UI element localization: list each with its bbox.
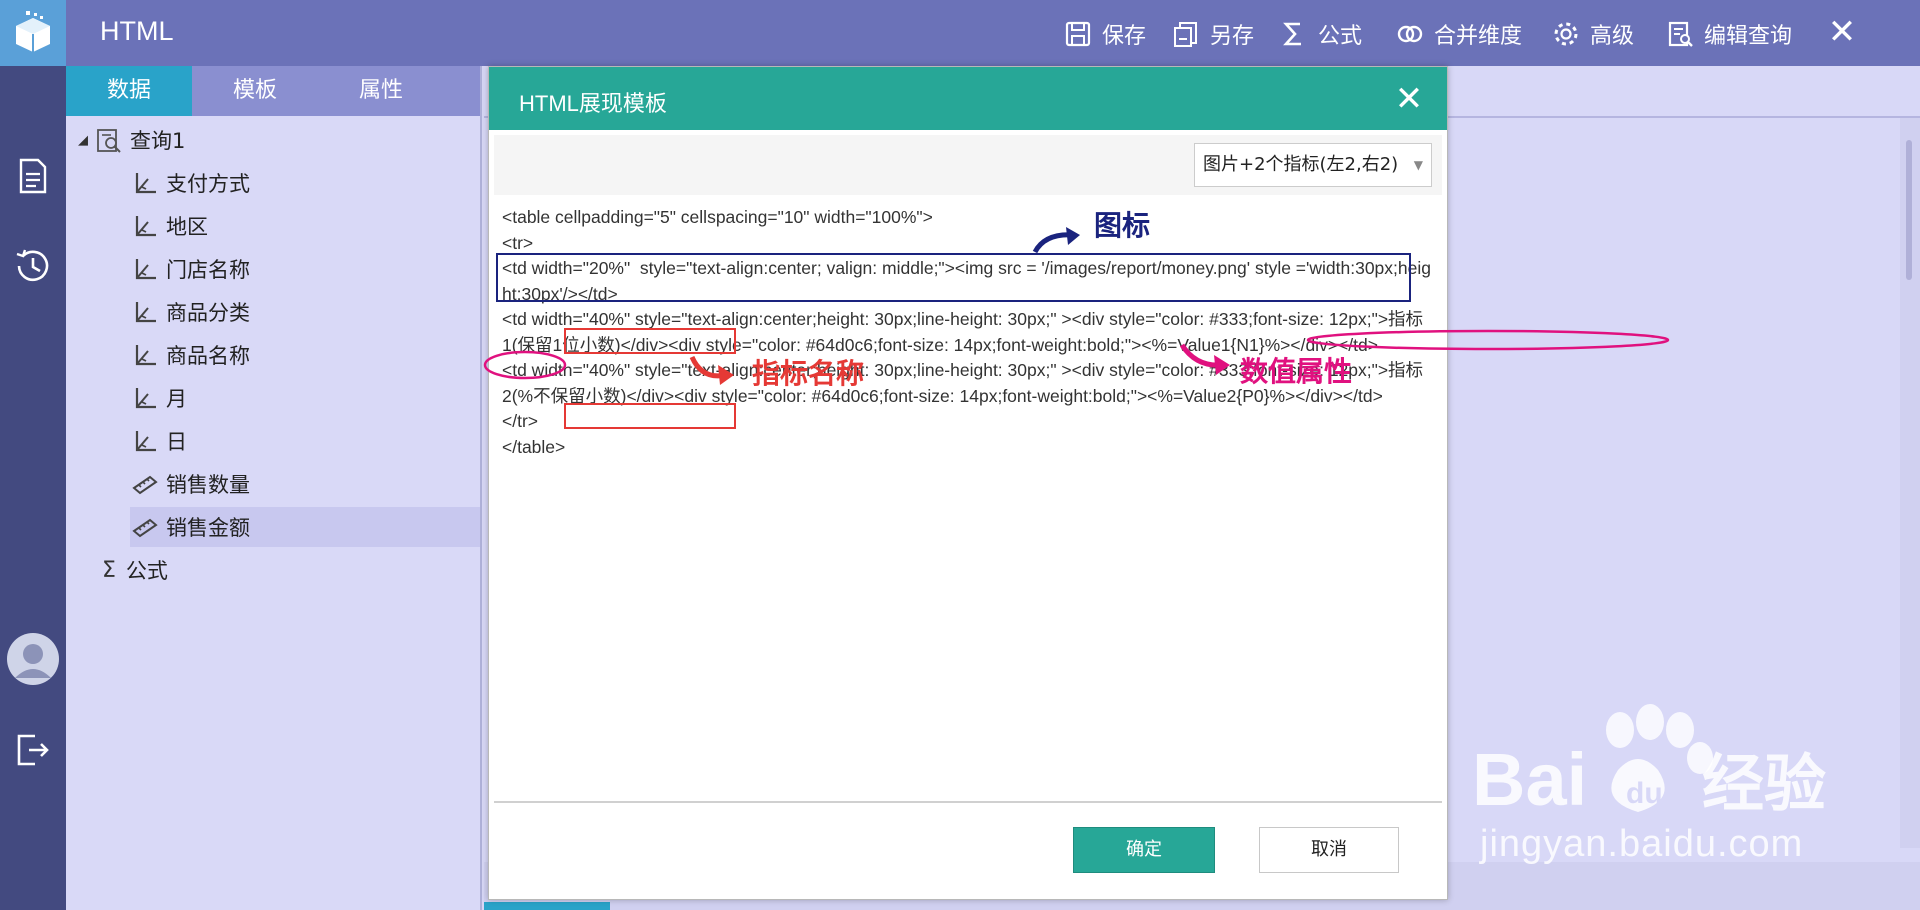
cube-icon [16,11,50,52]
tree-dimension-node[interactable]: 门店名称 [132,249,250,289]
dialog-header: HTML展现模板 ✕ [489,67,1447,130]
save-label: 保存 [1102,24,1147,49]
tree-dimension-node[interactable]: 地区 [132,206,208,246]
tree-dimension-node[interactable]: 月 [132,378,187,418]
edit-query-button[interactable]: 编辑查询 [1666,18,1792,50]
dimension-label: 门店名称 [166,258,250,282]
advanced-button[interactable]: 高级 [1552,18,1634,50]
ruler-icon [132,518,158,538]
save-as-button[interactable]: 另存 [1172,18,1254,50]
close-app-button[interactable]: ✕ [1824,14,1860,50]
dialog-close-button[interactable]: ✕ [1389,79,1429,119]
arrow-icon [718,365,734,385]
merge-dimension-label: 合并维度 [1434,24,1523,49]
dimension-icon [135,345,156,366]
edit-query-icon [1668,21,1693,47]
save-as-icon [1174,22,1197,47]
avatar[interactable] [6,632,60,686]
panel-tabs: 数据 模板 属性 [66,66,480,116]
save-icon [1065,21,1091,47]
svg-text:du: du [1626,777,1663,810]
gear-icon [1554,22,1578,46]
arrow-icon [1066,227,1080,245]
dimension-label: 日 [166,430,187,454]
measure-label: 销售数量 [166,473,250,497]
dialog-toolbar: 图片+2个指标(左2,右2) ▼ [494,135,1442,195]
tree-measure-node[interactable]: 销售数量 [132,464,250,504]
logout-icon[interactable] [13,730,53,770]
save-as-label: 另存 [1210,24,1255,49]
arrow-icon [1214,355,1230,375]
app-logo [0,0,66,66]
tree-formula-node[interactable]: Σ 公式 [102,550,168,590]
svg-text:经验: 经验 [1702,747,1826,820]
report-icon[interactable] [13,156,53,196]
formula-label: 公式 [1318,24,1363,49]
dimension-label: 商品分类 [166,301,250,325]
dimension-label: 地区 [166,215,208,239]
top-bar: HTML 保存 另存 公式 合并维度 高级 编辑查询 ✕ [0,0,1920,66]
annotation-value-ellipse [483,350,567,380]
history-icon[interactable] [13,246,53,286]
dimension-icon [135,302,156,323]
tree-query-node[interactable]: ◢ 查询1 [78,120,185,160]
merge-dimension-button[interactable]: 合并维度 [1396,18,1522,50]
left-rail [0,66,66,910]
tree-dimension-node[interactable]: 支付方式 [132,163,250,203]
tab-properties[interactable]: 属性 [318,66,444,116]
tree-measure-node[interactable]: 销售金额 [130,507,480,547]
annotation-name-label: 指标名称 [752,357,865,390]
html-template-dialog: HTML展现模板 ✕ 图片+2个指标(左2,右2) ▼ <table cellp… [488,66,1448,900]
edit-query-label: 编辑查询 [1704,24,1793,49]
annotation-icon-label: 图标 [1094,209,1151,242]
tab-template[interactable]: 模板 [192,66,318,116]
save-button[interactable]: 保存 [1064,18,1146,50]
sigma-icon: Σ [102,557,116,583]
sigma-icon [1283,22,1301,46]
cancel-button[interactable]: 取消 [1259,827,1399,873]
dimension-icon [135,431,156,452]
dropdown-caret-icon: ▼ [1413,158,1423,172]
ok-button[interactable]: 确定 [1073,827,1215,873]
dimension-label: 商品名称 [166,344,250,368]
code-line: </table> [502,436,566,457]
watermark-url: jingyan.baidu.com [1480,823,1804,865]
advanced-label: 高级 [1590,24,1635,49]
dimension-label: 支付方式 [166,172,250,196]
annotation-value-label: 数值属性 [1240,355,1353,388]
formula-button[interactable]: 公式 [1280,18,1362,50]
formula-node-label: 公式 [125,559,168,583]
tree-dimension-node[interactable]: 商品分类 [132,292,250,332]
active-sheet-tab[interactable] [484,902,610,910]
scrollbar-thumb[interactable] [1906,140,1912,280]
template-select[interactable]: 图片+2个指标(左2,右2) ▼ [1194,143,1432,187]
dimension-icon [135,216,156,237]
tree-dimension-node[interactable]: 商品名称 [132,335,250,375]
dimension-icon [135,173,156,194]
svg-text:Bai: Bai [1472,738,1587,821]
ruler-icon [132,475,158,495]
measure-label: 销售金额 [166,516,250,540]
query-label: 查询1 [130,129,186,153]
template-select-value: 图片+2个指标(左2,右2) [1203,154,1399,175]
app-title: HTML [100,16,174,46]
collapse-triangle-icon[interactable]: ◢ [78,133,88,148]
data-panel: 数据 模板 属性 ◢ 查询1 支付方式 地区 门店名称 商品分类 商品名称 月 … [66,66,482,910]
annotation-name-box [564,403,736,429]
dimension-label: 月 [166,387,187,411]
query-icon [97,129,121,153]
tree-dimension-node[interactable]: 日 [132,421,187,461]
merge-icon [1397,25,1423,43]
dimension-icon [135,388,156,409]
dimension-icon [135,259,156,280]
dialog-title: HTML展现模板 [519,91,667,116]
tab-data[interactable]: 数据 [66,66,192,116]
